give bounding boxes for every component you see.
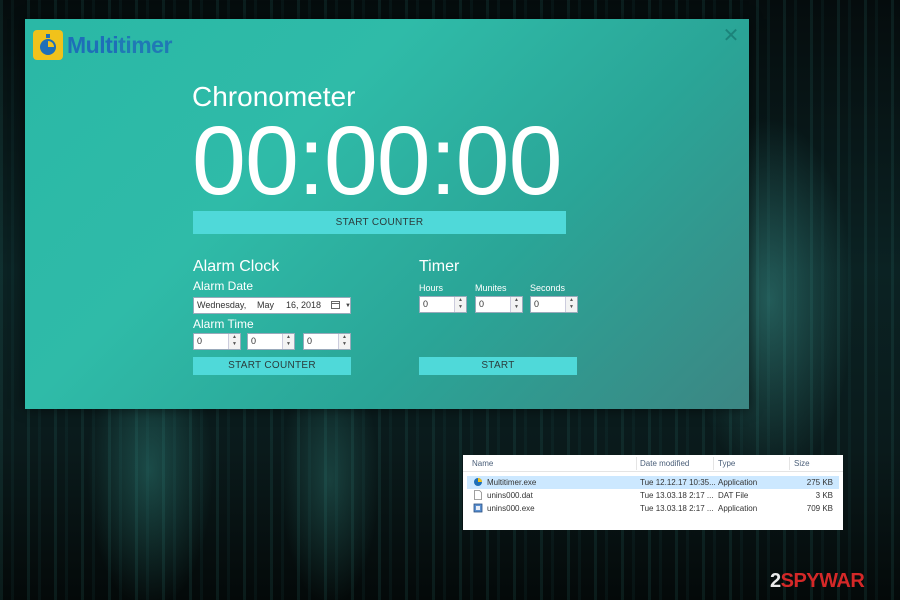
alarm-clock-title: Alarm Clock xyxy=(193,258,280,275)
file-date: Tue 13.03.18 2:17 ... xyxy=(640,504,714,513)
watermark-digit: 2 xyxy=(770,570,781,592)
hours-label: Hours xyxy=(419,283,444,293)
date-weekday: Wednesday, xyxy=(197,300,247,310)
close-button[interactable]: ✕ xyxy=(721,25,741,45)
alarm-time-label: Alarm Time xyxy=(193,317,254,331)
alarm-date-label: Alarm Date xyxy=(193,279,254,293)
timer-minutes-value: 0 xyxy=(479,299,485,309)
file-name: unins000.dat xyxy=(487,491,533,500)
alarm-hour-value: 0 xyxy=(197,336,203,346)
timer-minutes-stepper[interactable]: 0 ▲ ▼ xyxy=(475,296,523,313)
watermark-text: SPYWAR xyxy=(780,570,865,592)
minutes-label: Munites xyxy=(475,283,507,293)
timer-hours-value: 0 xyxy=(423,299,429,309)
app-name: Multitimer xyxy=(67,32,172,59)
timer-start-button[interactable]: START xyxy=(419,357,577,375)
spin-up-icon[interactable]: ▲ xyxy=(283,334,294,341)
timer-title: Timer xyxy=(419,258,460,275)
seconds-label: Seconds xyxy=(530,283,566,293)
file-size: 3 KB xyxy=(815,491,833,500)
column-divider[interactable] xyxy=(789,457,790,470)
installer-icon xyxy=(473,503,483,513)
column-divider[interactable] xyxy=(636,457,637,470)
app-name-part1: Multi xyxy=(67,31,119,58)
alarm-minute-stepper[interactable]: 0 ▲ ▼ xyxy=(247,333,295,350)
chronometer-display: 00:00:00 xyxy=(192,106,563,215)
date-day-year: 16, 2018 xyxy=(286,300,322,310)
spin-up-icon[interactable]: ▲ xyxy=(229,334,240,341)
file-name: unins000.exe xyxy=(487,504,535,513)
file-row[interactable]: unins000.exe Tue 13.03.18 2:17 ... Appli… xyxy=(467,502,839,515)
site-watermark: 2SPYWAR xyxy=(770,570,865,593)
timer-seconds-stepper[interactable]: 0 ▲ ▼ xyxy=(530,296,578,313)
column-date-modified[interactable]: Date modified xyxy=(640,459,689,468)
column-name[interactable]: Name xyxy=(472,459,493,468)
column-divider[interactable] xyxy=(713,457,714,470)
dropdown-arrow-icon[interactable]: ▼ xyxy=(345,303,351,309)
spin-up-icon[interactable]: ▲ xyxy=(511,297,522,304)
alarm-hour-stepper[interactable]: 0 ▲ ▼ xyxy=(193,333,241,350)
spin-down-icon[interactable]: ▼ xyxy=(566,304,577,311)
application-icon xyxy=(474,478,482,486)
explorer-header: Name Date modified Type Size xyxy=(463,455,843,472)
alarm-second-value: 0 xyxy=(307,336,313,346)
column-size[interactable]: Size xyxy=(794,459,810,468)
file-type: Application xyxy=(718,504,758,513)
timer-seconds-value: 0 xyxy=(534,299,540,309)
calendar-icon[interactable] xyxy=(331,301,340,309)
spin-down-icon[interactable]: ▼ xyxy=(229,341,240,348)
file-row[interactable]: Multitimer.exe Tue 12.12.17 10:35... App… xyxy=(467,476,839,489)
file-date: Tue 12.12.17 10:35... xyxy=(640,478,716,487)
column-type[interactable]: Type xyxy=(718,459,735,468)
alarm-date-picker[interactable]: Wednesday, May 16, 2018 ▼ xyxy=(193,297,351,314)
file-date: Tue 13.03.18 2:17 ... xyxy=(640,491,714,500)
file-icon xyxy=(474,490,482,500)
alarm-second-stepper[interactable]: 0 ▲ ▼ xyxy=(303,333,351,350)
file-size: 275 KB xyxy=(806,478,833,487)
stopwatch-icon xyxy=(33,30,63,60)
file-row[interactable]: unins000.dat Tue 13.03.18 2:17 ... DAT F… xyxy=(467,489,839,502)
spin-down-icon[interactable]: ▼ xyxy=(511,304,522,311)
file-explorer-panel: Name Date modified Type Size Multitimer.… xyxy=(463,455,843,530)
spin-down-icon[interactable]: ▼ xyxy=(455,304,466,311)
app-logo: Multitimer xyxy=(33,30,172,60)
file-type: DAT File xyxy=(718,491,749,500)
multitimer-window: Multitimer ✕ Chronometer 00:00:00 START … xyxy=(25,19,749,409)
timer-hours-stepper[interactable]: 0 ▲ ▼ xyxy=(419,296,467,313)
spin-up-icon[interactable]: ▲ xyxy=(566,297,577,304)
file-size: 709 KB xyxy=(806,504,833,513)
file-type: Application xyxy=(718,478,758,487)
file-name: Multitimer.exe xyxy=(487,478,537,487)
spin-down-icon[interactable]: ▼ xyxy=(339,341,350,348)
spin-up-icon[interactable]: ▲ xyxy=(455,297,466,304)
app-name-part2: timer xyxy=(118,31,172,58)
spin-up-icon[interactable]: ▲ xyxy=(339,334,350,341)
chronometer-start-button[interactable]: START COUNTER xyxy=(193,211,566,234)
date-month: May xyxy=(257,300,275,310)
spin-down-icon[interactable]: ▼ xyxy=(283,341,294,348)
alarm-start-button[interactable]: START COUNTER xyxy=(193,357,351,375)
alarm-minute-value: 0 xyxy=(251,336,257,346)
